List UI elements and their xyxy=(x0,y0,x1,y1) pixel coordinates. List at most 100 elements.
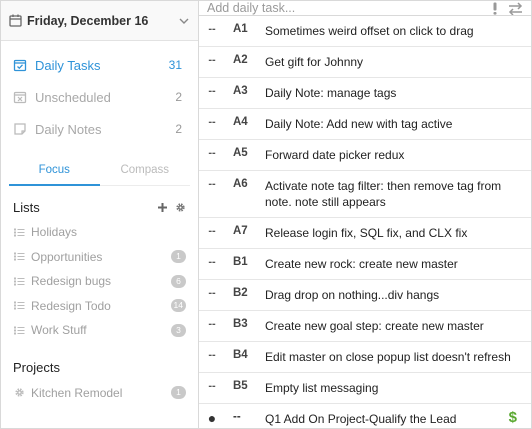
task-marker[interactable]: -- xyxy=(199,147,225,159)
task-row[interactable]: -- A7 Release login fix, SQL fix, and CL… xyxy=(199,218,531,249)
task-row[interactable]: -- A6 Activate note tag filter: then rem… xyxy=(199,171,531,218)
plus-icon[interactable] xyxy=(157,202,168,213)
task-text[interactable]: Sometimes weird offset on click to drag xyxy=(265,23,531,39)
sidebar: Friday, December 16 Daily Tasks 31 Unsch… xyxy=(1,1,199,428)
swap-arrows-icon[interactable] xyxy=(508,1,523,15)
view-count: 2 xyxy=(175,122,182,136)
task-priority[interactable]: A7 xyxy=(225,225,265,237)
task-priority[interactable]: A4 xyxy=(225,116,265,128)
list-icon xyxy=(14,325,25,336)
task-priority[interactable]: B2 xyxy=(225,287,265,299)
list-label: Redesign Todo xyxy=(31,298,111,313)
task-text[interactable]: Create new rock: create new master xyxy=(265,256,531,272)
lists-title: Lists xyxy=(13,199,40,215)
list-icon xyxy=(14,251,25,262)
task-priority[interactable]: A3 xyxy=(225,85,265,97)
task-priority[interactable]: B4 xyxy=(225,349,265,361)
view-daily-notes[interactable]: Daily Notes 2 xyxy=(1,113,198,145)
task-row[interactable]: -- B4 Edit master on close popup list do… xyxy=(199,342,531,373)
count-badge: 3 xyxy=(171,323,186,337)
project-label: Kitchen Remodel xyxy=(31,385,123,400)
task-text[interactable]: Forward date picker redux xyxy=(265,147,531,163)
list-icon xyxy=(14,227,25,238)
task-row[interactable]: -- B2 Drag drop on nothing...div hangs xyxy=(199,280,531,311)
list-item-opportunities[interactable]: Opportunities 1 xyxy=(1,245,198,270)
dollar-icon: $ xyxy=(508,409,517,426)
task-priority[interactable]: A5 xyxy=(225,147,265,159)
task-row[interactable]: -- A3 Daily Note: manage tags xyxy=(199,78,531,109)
project-item-kitchen-remodel[interactable]: Kitchen Remodel 1 xyxy=(1,381,198,406)
list-item-work-stuff[interactable]: Work Stuff 3 xyxy=(1,318,198,343)
task-marker[interactable]: -- xyxy=(199,318,225,330)
task-priority[interactable]: B3 xyxy=(225,318,265,330)
gear-icon xyxy=(14,387,25,398)
task-priority[interactable]: B5 xyxy=(225,380,265,392)
exclamation-icon[interactable] xyxy=(492,2,498,15)
task-marker[interactable]: -- xyxy=(199,54,225,66)
task-priority[interactable]: B1 xyxy=(225,256,265,268)
projects-title: Projects xyxy=(13,360,60,375)
note-icon xyxy=(13,122,27,136)
lists-header: Lists xyxy=(1,194,198,220)
task-row[interactable]: -- B1 Create new rock: create new master xyxy=(199,249,531,280)
count-badge: 14 xyxy=(170,299,186,313)
list-label: Work Stuff xyxy=(31,323,87,338)
task-text[interactable]: Activate note tag filter: then remove ta… xyxy=(265,178,531,210)
view-list: Daily Tasks 31 Unscheduled 2 Daily Notes… xyxy=(1,41,198,145)
calendar-icon xyxy=(9,14,22,27)
gear-icon[interactable] xyxy=(175,202,186,213)
task-marker[interactable]: -- xyxy=(199,380,225,392)
view-unscheduled[interactable]: Unscheduled 2 xyxy=(1,81,198,113)
task-text[interactable]: Empty list messaging xyxy=(265,380,531,396)
task-priority[interactable]: A6 xyxy=(225,178,265,190)
calendar-check-icon xyxy=(13,58,27,72)
task-marker[interactable]: -- xyxy=(199,225,225,237)
task-marker[interactable]: -- xyxy=(199,287,225,299)
task-priority[interactable]: A1 xyxy=(225,23,265,35)
task-text[interactable]: Daily Note: manage tags xyxy=(265,85,531,101)
task-text[interactable]: Daily Note: Add new with tag active xyxy=(265,116,531,132)
list-icon xyxy=(14,276,25,287)
list-item-redesign-todo[interactable]: Redesign Todo 14 xyxy=(1,294,198,319)
count-badge: 1 xyxy=(171,386,186,400)
chevron-down-icon[interactable] xyxy=(178,15,190,27)
task-text[interactable]: Release login fix, SQL fix, and CLX fix xyxy=(265,225,531,241)
task-row[interactable]: -- B5 Empty list messaging xyxy=(199,373,531,404)
list-label: Opportunities xyxy=(31,249,103,264)
main-panel: -- A1 Sometimes weird offset on click to… xyxy=(199,1,531,428)
task-row[interactable]: -- A5 Forward date picker redux xyxy=(199,140,531,171)
view-label: Daily Notes xyxy=(35,121,102,137)
date-picker[interactable]: Friday, December 16 xyxy=(1,1,198,41)
task-priority[interactable]: A2 xyxy=(225,54,265,66)
date-label: Friday, December 16 xyxy=(27,13,149,28)
task-marker[interactable]: -- xyxy=(199,256,225,268)
task-text[interactable]: Edit master on close popup list doesn't … xyxy=(265,349,531,365)
list-item-redesign-bugs[interactable]: Redesign bugs 6 xyxy=(1,269,198,294)
task-marker[interactable]: -- xyxy=(199,116,225,128)
task-text[interactable]: Get gift for Johnny xyxy=(265,54,531,70)
task-row-project[interactable]: ● -- Q1 Add On Project-Qualify the Lead … xyxy=(199,404,531,429)
task-marker[interactable]: -- xyxy=(199,85,225,97)
list-item-holidays[interactable]: Holidays xyxy=(1,220,198,245)
tab-focus[interactable]: Focus xyxy=(9,157,100,186)
task-text[interactable]: Drag drop on nothing...div hangs xyxy=(265,287,531,303)
view-daily-tasks[interactable]: Daily Tasks 31 xyxy=(1,49,198,81)
task-marker[interactable]: -- xyxy=(199,23,225,35)
app-window: Friday, December 16 Daily Tasks 31 Unsch… xyxy=(0,0,532,429)
count-badge: 1 xyxy=(171,250,186,264)
task-list: -- A1 Sometimes weird offset on click to… xyxy=(199,16,531,429)
task-text[interactable]: Q1 Add On Project-Qualify the Lead xyxy=(265,411,509,427)
view-label: Daily Tasks xyxy=(35,57,101,73)
list-icon xyxy=(14,300,25,311)
task-row[interactable]: -- B3 Create new goal step: create new m… xyxy=(199,311,531,342)
task-row[interactable]: -- A1 Sometimes weird offset on click to… xyxy=(199,16,531,47)
task-priority[interactable]: -- xyxy=(225,411,265,423)
view-count: 31 xyxy=(168,58,182,72)
task-row[interactable]: -- A4 Daily Note: Add new with tag activ… xyxy=(199,109,531,140)
task-text[interactable]: Create new goal step: create new master xyxy=(265,318,531,334)
tab-compass[interactable]: Compass xyxy=(99,157,190,186)
task-row[interactable]: -- A2 Get gift for Johnny xyxy=(199,47,531,78)
task-marker[interactable]: -- xyxy=(199,178,225,190)
task-marker[interactable]: -- xyxy=(199,349,225,361)
add-task-input[interactable] xyxy=(207,1,482,15)
